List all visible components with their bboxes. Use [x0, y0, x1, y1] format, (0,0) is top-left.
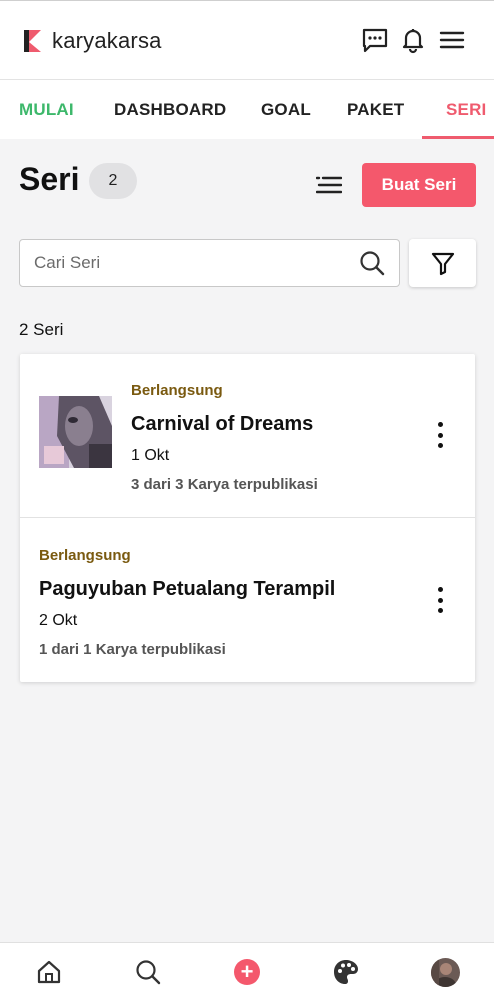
series-title: Carnival of Dreams	[131, 413, 314, 435]
search-field[interactable]	[19, 239, 400, 287]
series-date: 1 Okt	[131, 447, 170, 464]
series-thumbnail	[39, 396, 112, 468]
nav-search[interactable]	[133, 957, 163, 987]
sort-button[interactable]	[312, 170, 346, 200]
search-input[interactable]	[34, 240, 354, 286]
bottom-navigation: +	[0, 942, 494, 1000]
status-label: Berlangsung	[39, 547, 131, 564]
menu-icon	[439, 31, 465, 49]
bell-icon	[402, 29, 424, 54]
tab-dashboard[interactable]: DASHBOARD	[114, 80, 226, 139]
menu-button[interactable]	[437, 25, 467, 55]
list-item[interactable]: Berlangsung Carnival of Dreams 1 Okt 3 d…	[20, 354, 475, 518]
profile-avatar	[430, 957, 460, 987]
series-date: 2 Okt	[39, 612, 78, 629]
result-count: 2 Seri	[19, 320, 64, 339]
notification-button[interactable]	[398, 25, 428, 55]
status-label: Berlangsung	[131, 382, 223, 399]
top-app-bar: karyakarsa	[0, 0, 494, 80]
nav-explore[interactable]	[331, 957, 361, 987]
tab-goal[interactable]: GOAL	[261, 80, 311, 139]
list-item[interactable]: Berlangsung Paguyuban Petualang Terampil…	[20, 518, 475, 682]
nav-profile[interactable]	[430, 957, 460, 987]
add-icon: +	[234, 959, 260, 985]
search-icon[interactable]	[359, 250, 385, 276]
page-title: Seri	[19, 161, 80, 197]
filter-icon	[431, 252, 454, 276]
brand-name: karyakarsa	[52, 28, 162, 53]
series-publish-count: 3 dari 3 Karya terpublikasi	[131, 476, 318, 493]
palette-icon	[334, 960, 358, 984]
nav-create[interactable]: +	[232, 957, 262, 987]
more-options-icon[interactable]	[428, 583, 452, 617]
home-icon	[37, 960, 61, 984]
more-options-icon[interactable]	[428, 418, 452, 452]
series-title: Paguyuban Petualang Terampil	[39, 578, 336, 600]
tab-bar: MULAI DASHBOARD GOAL PAKET SERI	[0, 80, 494, 139]
series-list: Berlangsung Carnival of Dreams 1 Okt 3 d…	[20, 354, 475, 682]
active-tab-indicator	[422, 136, 494, 139]
tab-mulai[interactable]: MULAI	[19, 80, 74, 139]
create-series-button[interactable]: Buat Seri	[362, 163, 476, 207]
sort-list-icon	[316, 176, 342, 194]
search-icon	[136, 960, 161, 985]
count-badge: 2	[89, 163, 137, 199]
tab-seri[interactable]: SERI	[446, 80, 486, 139]
filter-button[interactable]	[409, 239, 476, 287]
nav-home[interactable]	[34, 957, 64, 987]
brand-logo[interactable]: karyakarsa	[22, 28, 162, 54]
tab-paket[interactable]: PAKET	[347, 80, 404, 139]
series-publish-count: 1 dari 1 Karya terpublikasi	[39, 641, 226, 658]
chat-icon	[362, 28, 388, 53]
chat-button[interactable]	[360, 25, 390, 55]
karyakarsa-logo-icon	[24, 30, 41, 52]
